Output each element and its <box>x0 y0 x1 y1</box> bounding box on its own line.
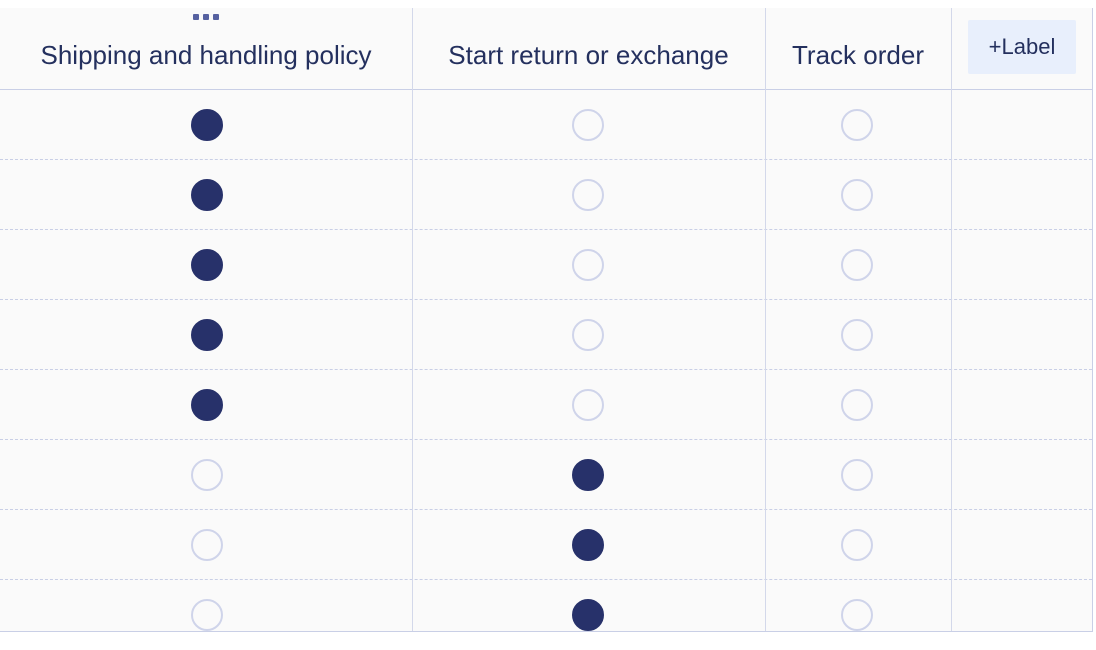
radio-selected-icon[interactable] <box>191 179 223 211</box>
radio-selected-icon[interactable] <box>572 529 604 561</box>
table-row <box>0 440 1092 510</box>
table-row <box>0 580 1092 650</box>
radio-selected-icon[interactable] <box>572 599 604 631</box>
radio-selected-icon[interactable] <box>191 249 223 281</box>
table-row <box>0 230 1092 300</box>
column-header-track: Track order <box>792 39 924 70</box>
radio-unselected-icon[interactable] <box>841 389 873 421</box>
radio-unselected-icon[interactable] <box>191 529 223 561</box>
radio-unselected-icon[interactable] <box>841 249 873 281</box>
column-divider <box>765 8 766 631</box>
radio-unselected-icon[interactable] <box>841 179 873 211</box>
radio-selected-icon[interactable] <box>191 109 223 141</box>
column-divider <box>412 8 413 631</box>
radio-unselected-icon[interactable] <box>572 249 604 281</box>
radio-unselected-icon[interactable] <box>841 319 873 351</box>
radio-unselected-icon[interactable] <box>572 319 604 351</box>
radio-unselected-icon[interactable] <box>191 459 223 491</box>
table-row <box>0 90 1092 160</box>
radio-unselected-icon[interactable] <box>841 109 873 141</box>
table-row <box>0 370 1092 440</box>
radio-selected-icon[interactable] <box>191 389 223 421</box>
table-row <box>0 160 1092 230</box>
radio-unselected-icon[interactable] <box>191 599 223 631</box>
radio-unselected-icon[interactable] <box>572 179 604 211</box>
radio-unselected-icon[interactable] <box>841 599 873 631</box>
column-header-shipping: Shipping and handling policy <box>40 39 372 70</box>
column-header-return: Start return or exchange <box>448 39 729 70</box>
label-matrix: Shipping and handling policy Start retur… <box>0 8 1093 632</box>
radio-unselected-icon[interactable] <box>841 529 873 561</box>
add-label-button[interactable]: +Label <box>968 20 1076 74</box>
table-row <box>0 300 1092 370</box>
table-row <box>0 510 1092 580</box>
radio-selected-icon[interactable] <box>572 459 604 491</box>
column-divider <box>951 8 952 631</box>
radio-unselected-icon[interactable] <box>572 389 604 421</box>
radio-selected-icon[interactable] <box>191 319 223 351</box>
radio-unselected-icon[interactable] <box>841 459 873 491</box>
radio-unselected-icon[interactable] <box>572 109 604 141</box>
header-row: Shipping and handling policy Start retur… <box>0 8 1092 90</box>
